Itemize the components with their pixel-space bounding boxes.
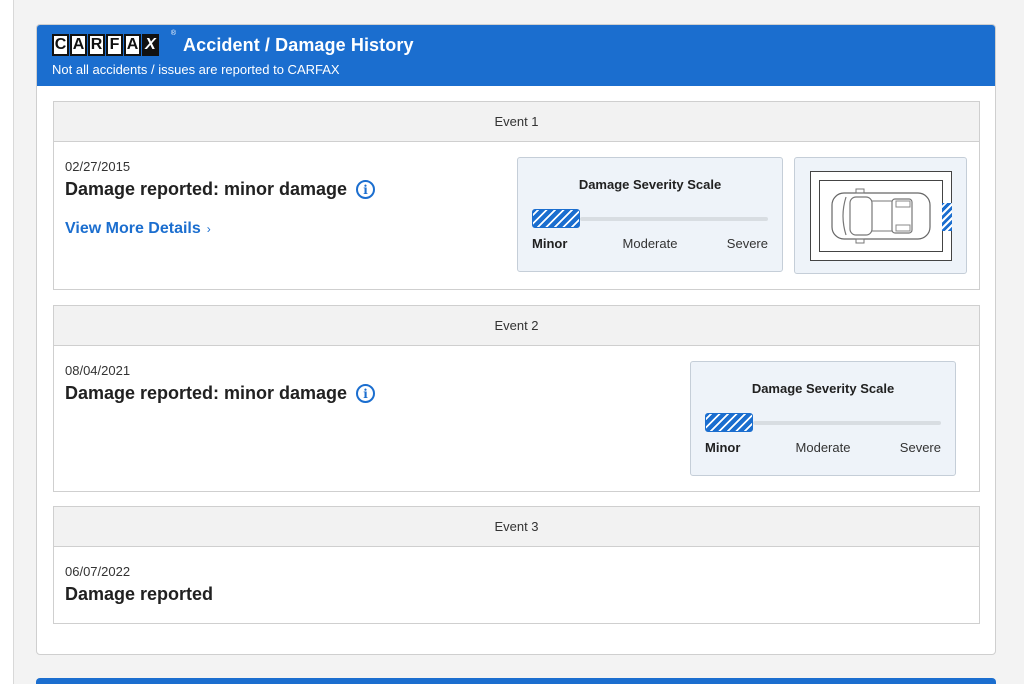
info-icon[interactable]: i: [356, 384, 376, 403]
scale-title: Damage Severity Scale: [751, 381, 895, 396]
event-date: 08/04/2021: [65, 363, 131, 378]
damage-severity-scale: Damage Severity Scale Minor Moderate Sev…: [690, 361, 956, 476]
next-section-header: [36, 678, 996, 684]
section-title: Accident / Damage History: [183, 34, 414, 55]
severity-label-severe: Severe: [726, 236, 768, 251]
event-label: Event 1: [494, 114, 539, 129]
event-2: Event 2 08/04/2021 Damage reported: mino…: [53, 305, 980, 492]
damage-severity-scale: Damage Severity Scale Minor Moderate Sev…: [517, 157, 783, 272]
logo-letter: R: [88, 34, 105, 56]
scale-title: Damage Severity Scale: [578, 177, 722, 192]
impact-area-marker: [942, 203, 952, 231]
section-header: C A R F A X ® Accident / Damage History …: [37, 25, 995, 86]
car-diagram-inner: [819, 180, 943, 252]
severity-label-severe: Severe: [899, 440, 941, 455]
info-icon[interactable]: i: [356, 180, 376, 199]
view-more-details-link[interactable]: View More Details ›: [65, 220, 211, 238]
event-3: Event 3 06/07/2022 Damage reported: [53, 506, 980, 624]
event-label: Event 3: [494, 519, 539, 534]
damage-location-diagram: [794, 157, 967, 274]
logo-letter: F: [106, 34, 123, 56]
severity-track: [753, 421, 941, 425]
severity-indicator: [532, 209, 580, 228]
registered-mark: ®: [170, 30, 176, 37]
event-header: Event 3: [54, 507, 979, 547]
section-subtitle: Not all accidents / issues are reported …: [52, 62, 340, 77]
event-title-text: Damage reported: [65, 584, 214, 604]
severity-indicator: [705, 413, 753, 432]
car-top-view-icon: [831, 188, 931, 244]
logo-letter: A: [70, 34, 87, 56]
view-more-details-label: View More Details: [65, 220, 201, 237]
severity-track: [580, 217, 768, 221]
event-date: 02/27/2015: [65, 159, 131, 174]
accident-damage-history-card: C A R F A X ® Accident / Damage History …: [36, 24, 996, 655]
left-rail: [0, 0, 14, 684]
logo-letter: A: [124, 34, 141, 56]
event-label: Event 2: [494, 318, 539, 333]
event-title: Damage reported: minor damage i: [65, 179, 376, 200]
logo-letter: C: [52, 34, 69, 56]
car-diagram-frame: [810, 171, 952, 261]
event-header: Event 1: [54, 102, 979, 142]
event-1: Event 1 02/27/2015 Damage reported: mino…: [53, 101, 980, 290]
event-header: Event 2: [54, 306, 979, 346]
carfax-logo: C A R F A X ®: [52, 30, 176, 56]
chevron-right-icon: ›: [206, 222, 211, 236]
event-title-text: Damage reported: minor damage: [65, 383, 348, 403]
event-title-text: Damage reported: minor damage: [65, 179, 348, 199]
event-title: Damage reported: [65, 584, 213, 605]
event-date: 06/07/2022: [65, 564, 131, 579]
logo-letter: X: [142, 34, 159, 56]
event-title: Damage reported: minor damage i: [65, 383, 376, 404]
